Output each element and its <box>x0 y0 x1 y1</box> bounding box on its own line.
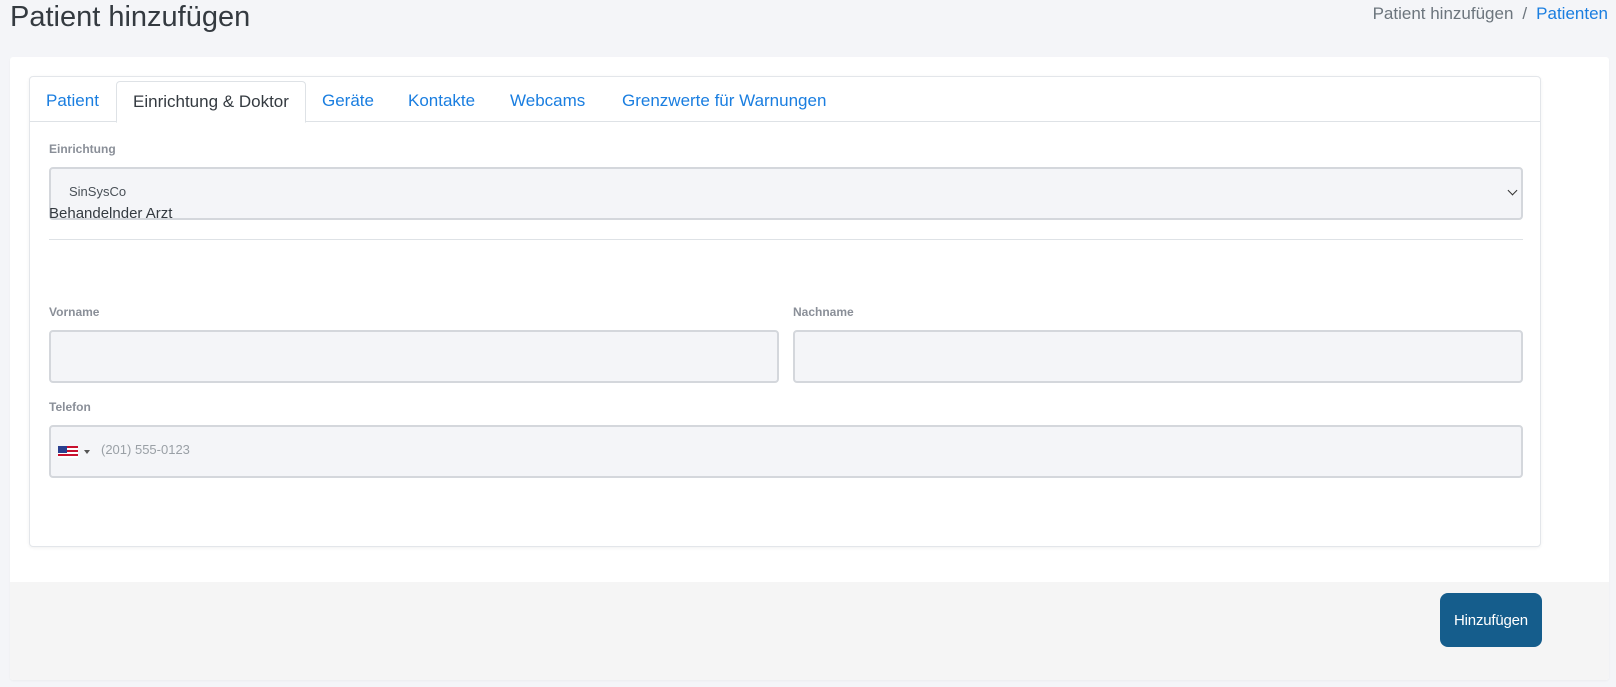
tab-patient[interactable]: Patient <box>30 81 115 123</box>
first-name-label: Vorname <box>49 305 100 319</box>
breadcrumb-separator: / <box>1522 4 1528 23</box>
phone-input[interactable]: (201) 555-0123 <box>49 425 1523 478</box>
breadcrumb-link-patients[interactable]: Patienten <box>1536 2 1608 26</box>
card-footer: Hinzufügen <box>10 582 1609 680</box>
first-name-input[interactable] <box>49 330 779 383</box>
doctor-section-title: Behandelnder Arzt <box>49 205 173 222</box>
tab-contacts[interactable]: Kontakte <box>392 81 491 123</box>
tab-webcams[interactable]: Webcams <box>494 81 601 123</box>
breadcrumb-current: Patient hinzufügen <box>1372 4 1514 23</box>
phone-placeholder: (201) 555-0123 <box>101 442 190 457</box>
facility-select[interactable]: SinSysCo <box>49 167 1523 220</box>
last-name-input[interactable] <box>793 330 1523 383</box>
tab-warning-thresholds[interactable]: Grenzwerte für Warnungen <box>606 81 842 123</box>
facility-label: Einrichtung <box>49 142 116 156</box>
tab-bar: Patient Einrichtung & Doktor Geräte Kont… <box>30 77 1540 123</box>
add-button[interactable]: Hinzufügen <box>1440 593 1542 647</box>
tab-devices[interactable]: Geräte <box>306 81 390 123</box>
breadcrumb: Patient hinzufügen / Patienten <box>1373 2 1608 26</box>
facility-selected-value: SinSysCo <box>69 184 127 199</box>
tab-panel-card: Patient Einrichtung & Doktor Geräte Kont… <box>29 76 1541 547</box>
us-flag-icon[interactable] <box>58 446 78 458</box>
page-title: Patient hinzufügen <box>10 1 251 33</box>
phone-label: Telefon <box>49 400 91 414</box>
caret-down-icon[interactable] <box>84 450 90 454</box>
tab-facility-doctor[interactable]: Einrichtung & Doktor <box>116 81 306 123</box>
section-divider <box>49 239 1523 240</box>
main-card: Patient Einrichtung & Doktor Geräte Kont… <box>10 57 1609 680</box>
last-name-label: Nachname <box>793 305 854 319</box>
chevron-down-icon <box>1507 185 1518 196</box>
